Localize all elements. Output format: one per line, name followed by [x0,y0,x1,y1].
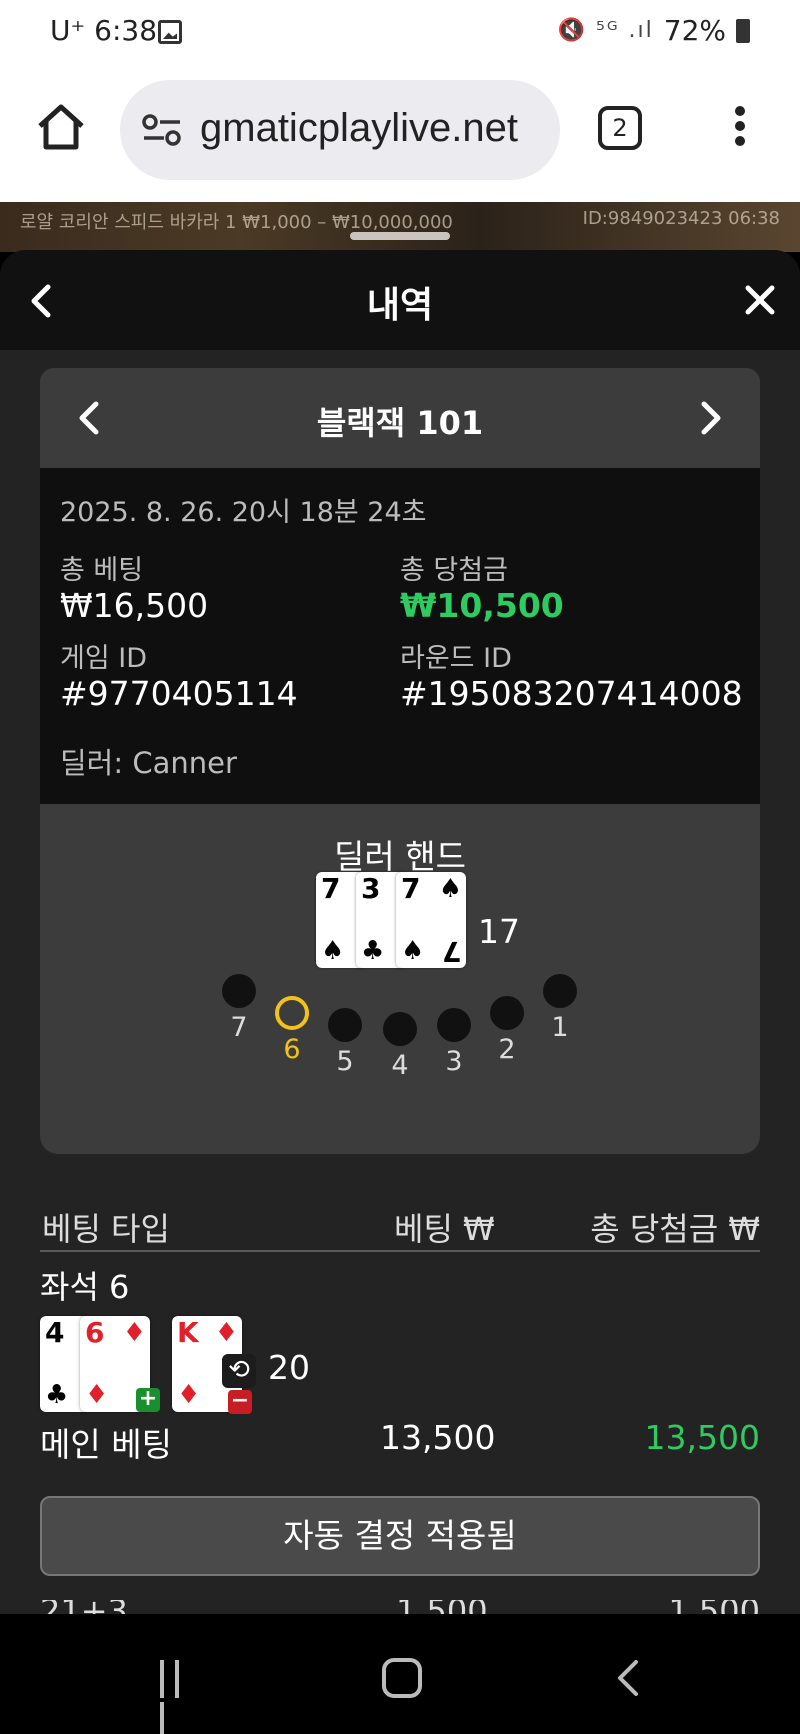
seat-5-marker [328,1008,362,1042]
seat-4-marker [383,1012,417,1046]
seat-5-number: 5 [336,1046,354,1077]
dealer-card: 7 ♠ ♠ 7 [396,872,466,968]
image-notification-icon [158,20,182,44]
seat-2-number: 2 [498,1034,516,1065]
bets-table-header: 베팅 타입 베팅 ₩ 총 당첨금 ₩ [40,1202,760,1252]
round-id-value: #195083207414008 [400,674,743,713]
seat-2-marker [490,996,524,1030]
table-info: 로얄 코리안 스피드 바카라 1 ₩1,000 – ₩10,000,000 [20,212,453,233]
next-bet-row: 21+3 1,500 1,500 [40,1600,760,1614]
round-id-label: 라운드 ID [400,643,512,674]
main-bet-win: 13,500 [644,1418,760,1457]
game-title: 블랙잭 101 [316,404,484,442]
round-summary: 2025. 8. 26. 20시 18분 24초 총 베팅 ₩16,500 총 … [40,468,760,804]
session-id: ID:9849023423 06:38 [582,208,780,229]
main-bet-label: 메인 베팅 [40,1425,172,1464]
total-win-value: ₩10,500 [400,586,564,625]
dealer-hand-label: 딜러 핸드 [334,837,466,876]
url-text[interactable]: gmaticplaylive.net [200,106,545,151]
recent-apps-icon[interactable] [160,1660,200,1734]
carrier-time: U⁺ 6:38 [50,14,158,47]
status-bar: U⁺ 6:38 🔇 ⁵ᴳ .ıl 72% [0,0,800,62]
close-icon[interactable] [744,284,776,316]
next-bet-label: 21+3 [40,1600,128,1614]
nav-home-icon[interactable] [382,1658,422,1698]
col-bet-type: 베팅 타입 [42,1210,170,1248]
live-video-strip: 로얄 코리안 스피드 바카라 1 ₩1,000 – ₩10,000,000 ID… [0,202,800,252]
col-total-win: 총 당첨금 ₩ [590,1210,760,1248]
total-bet-value: ₩16,500 [60,586,209,625]
game-id-value: #9770405114 [60,674,298,713]
player-hand-total: 20 [268,1348,310,1387]
drag-handle[interactable] [350,232,450,240]
panel-header: 내역 [0,250,800,350]
seat-7-number: 7 [230,1012,248,1043]
game-id-label: 게임 ID [60,643,148,674]
panel-title: 내역 [366,285,434,326]
tab-switcher-button[interactable]: 2 [598,106,642,150]
dealer-hand-total: 17 [478,912,520,951]
seat-6-number: 6 [283,1034,301,1065]
seat-3-marker [437,1008,471,1042]
history-panel: 내역 블랙잭 101 2025. 8. 26. 20시 18분 24초 총 베팅… [0,250,800,1614]
auto-decision-button[interactable]: 자동 결정 적용됨 [40,1496,760,1576]
seat-4-number: 4 [391,1050,409,1081]
total-win-label: 총 당첨금 [400,555,508,586]
round-date: 2025. 8. 26. 20시 18분 24초 [60,497,427,528]
battery-percent: 72% [663,14,726,47]
dealer-hand-area: 딜러 핸드 7 ♠ 3 ♣ 7 ♠ ♠ 7 17 7 6 5 4 3 2 1 [40,804,760,1154]
seat-7-marker [222,974,256,1008]
main-bet-value: 13,500 [380,1418,496,1457]
home-icon[interactable] [36,102,86,152]
status-right: 🔇 ⁵ᴳ .ıl 72% [558,14,750,47]
seat-3-number: 3 [445,1046,463,1077]
split-minus-icon: − [228,1390,252,1414]
next-bet-value: 1,500 [396,1600,488,1614]
double-plus-icon: + [136,1388,160,1412]
site-settings-icon[interactable] [140,110,184,150]
col-bet: 베팅 ₩ [394,1210,495,1248]
more-menu-icon[interactable] [730,104,750,154]
total-bet-label: 총 베팅 [60,555,144,586]
game-nav: 블랙잭 101 [40,368,760,468]
browser-toolbar: gmaticplaylive.net 2 [0,62,800,202]
address-bar[interactable]: gmaticplaylive.net [120,80,560,180]
seat-1-number: 1 [551,1012,569,1043]
system-nav-bar [0,1614,800,1734]
dealer-name: 딜러: Canner [60,746,237,780]
signal-icons: 🔇 ⁵ᴳ .ıl [557,18,654,43]
split-swap-icon: ⟲ [222,1354,256,1388]
next-game-icon[interactable] [698,400,724,436]
nav-back-icon[interactable] [612,1658,642,1698]
battery-icon [736,18,750,43]
seat-6-marker [275,996,309,1030]
seat-1-marker [543,974,577,1008]
seat-label: 좌석 6 [40,1268,130,1306]
next-bet-win: 1,500 [668,1600,760,1614]
